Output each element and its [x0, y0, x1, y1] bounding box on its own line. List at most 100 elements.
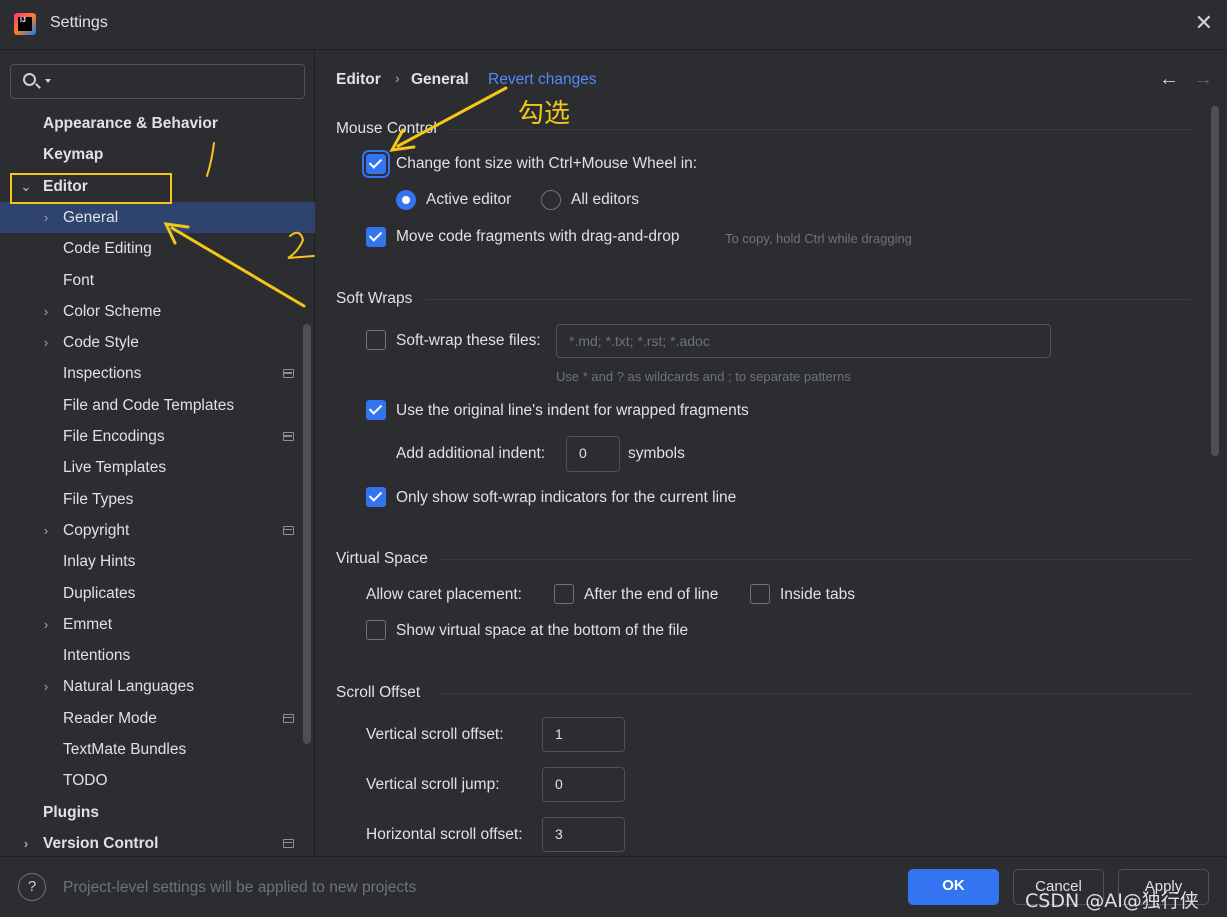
annotation-check-note: 勾选 — [518, 99, 571, 129]
sidebar-item-label: File and Code Templates — [63, 396, 235, 414]
sidebar-item-label: Color Scheme — [63, 302, 162, 320]
sidebar-item-duplicates[interactable]: Duplicates — [0, 578, 315, 609]
section-divider — [438, 693, 1190, 694]
inside-tabs-label[interactable]: Inside tabs — [780, 586, 855, 604]
drag-drop-hint: To copy, hold Ctrl while dragging — [725, 231, 912, 246]
soft-wrap-files-label[interactable]: Soft-wrap these files: — [396, 332, 541, 350]
annotation-box-editor — [10, 173, 172, 204]
window-title: Settings — [50, 14, 108, 31]
vertical-scroll-jump-input[interactable]: 0 — [542, 767, 625, 802]
revert-changes-link[interactable]: Revert changes — [488, 71, 597, 89]
chevron-right-icon[interactable]: › — [39, 202, 53, 233]
watermark: CSDN @AI@独行侠 — [1025, 890, 1199, 912]
sidebar-item-label: Plugins — [43, 803, 99, 821]
title-bar: IJ Settings ✕ — [0, 0, 1227, 50]
after-end-of-line-label[interactable]: After the end of line — [584, 586, 718, 604]
vertical-scroll-offset-label: Vertical scroll offset: — [366, 726, 504, 743]
after-end-of-line-checkbox[interactable] — [554, 584, 574, 604]
sidebar-item-label: Code Style — [63, 334, 139, 352]
project-scope-icon — [283, 369, 294, 379]
section-title-mouse-control: Mouse Control — [336, 120, 437, 137]
all-editors-label[interactable]: All editors — [571, 191, 639, 209]
virtual-space-bottom-checkbox[interactable] — [366, 620, 386, 640]
breadcrumb-editor[interactable]: Editor — [336, 71, 381, 89]
horizontal-scroll-offset-input[interactable]: 3 — [542, 817, 625, 852]
back-arrow-icon[interactable]: ← — [1159, 68, 1179, 91]
virtual-space-bottom-label[interactable]: Show virtual space at the bottom of the … — [396, 622, 688, 640]
sidebar-item-code-editing[interactable]: Code Editing — [0, 233, 315, 264]
active-editor-label[interactable]: Active editor — [426, 191, 511, 209]
vertical-scroll-offset-input[interactable]: 1 — [542, 717, 625, 752]
inside-tabs-checkbox[interactable] — [750, 584, 770, 604]
sidebar-item-natural-languages[interactable]: › Natural Languages — [0, 671, 315, 702]
close-icon[interactable]: ✕ — [1195, 12, 1213, 34]
active-editor-radio[interactable] — [396, 190, 416, 210]
sidebar-item-todo[interactable]: TODO — [0, 765, 315, 796]
sidebar-item-file-encodings[interactable]: File Encodings — [0, 421, 315, 452]
app-icon-text: IJ — [18, 17, 32, 31]
sidebar-item-keymap[interactable]: Keymap — [0, 139, 315, 170]
sidebar-item-inspections[interactable]: Inspections — [0, 358, 315, 389]
sidebar-item-label: File Encodings — [63, 428, 165, 445]
vertical-scroll-jump-label: Vertical scroll jump: — [366, 776, 500, 793]
sidebar-item-emmet[interactable]: › Emmet — [0, 609, 315, 640]
drag-drop-checkbox[interactable] — [366, 227, 386, 247]
drag-drop-label[interactable]: Move code fragments with drag-and-drop — [396, 228, 679, 246]
sidebar-item-color-scheme[interactable]: › Color Scheme — [0, 296, 315, 327]
soft-wrap-files-checkbox[interactable] — [366, 330, 386, 350]
chevron-right-icon[interactable]: › — [39, 515, 53, 546]
indicators-label[interactable]: Only show soft-wrap indicators for the c… — [396, 489, 736, 507]
sidebar-item-label: Natural Languages — [63, 678, 194, 696]
sidebar-item-plugins[interactable]: Plugins — [0, 797, 315, 828]
original-indent-checkbox[interactable] — [366, 400, 386, 420]
sidebar-item-copyright[interactable]: › Copyright — [0, 515, 315, 546]
font-zoom-label[interactable]: Change font size with Ctrl+Mouse Wheel i… — [396, 155, 697, 173]
sidebar-item-font[interactable]: Font — [0, 265, 315, 296]
sidebar-item-label: Version Control — [43, 834, 159, 852]
sidebar-item-label: Keymap — [43, 146, 104, 164]
sidebar-item-textmate-bundles[interactable]: TextMate Bundles — [0, 734, 315, 765]
sidebar-item-label: General — [63, 208, 119, 226]
sidebar-item-general[interactable]: › General — [0, 201, 315, 233]
sidebar-item-label: TODO — [63, 772, 108, 790]
chevron-right-icon[interactable]: › — [39, 327, 53, 358]
sidebar-item-inlay-hints[interactable]: Inlay Hints — [0, 546, 315, 577]
chevron-right-icon[interactable]: › — [39, 296, 53, 327]
horizontal-scroll-offset-label: Horizontal scroll offset: — [366, 826, 523, 843]
content-scrollbar[interactable] — [1211, 106, 1219, 456]
sidebar-item-label: Inspections — [63, 365, 142, 383]
sidebar-item-label: Reader Mode — [63, 709, 157, 727]
sidebar-item-file-types[interactable]: File Types — [0, 484, 315, 515]
sidebar-item-version-control[interactable]: › Version Control — [0, 828, 315, 859]
sidebar-item-appearance-behavior[interactable]: Appearance & Behavior — [0, 108, 315, 139]
indicators-checkbox[interactable] — [366, 487, 386, 507]
intellij-idea-icon: IJ — [14, 13, 36, 35]
all-editors-radio[interactable] — [541, 190, 561, 210]
sidebar-item-label: Live Templates — [63, 459, 167, 477]
soft-wrap-patterns-hint: Use * and ? as wildcards and ; to separa… — [556, 369, 851, 384]
section-title-scroll-offset: Scroll Offset — [336, 684, 421, 701]
sidebar-item-file-and-code-templates[interactable]: File and Code Templates — [0, 390, 315, 421]
original-indent-label[interactable]: Use the original line's indent for wrapp… — [396, 402, 749, 420]
font-zoom-checkbox[interactable] — [366, 154, 386, 174]
project-scope-icon — [283, 525, 294, 535]
sidebar-item-label: File Types — [63, 490, 134, 508]
sidebar-item-intentions[interactable]: Intentions — [0, 640, 315, 671]
additional-indent-unit: symbols — [628, 445, 685, 462]
sidebar-item-label: Code Editing — [63, 240, 152, 258]
search-input[interactable] — [10, 64, 305, 99]
chevron-right-icon[interactable]: › — [39, 609, 53, 640]
sidebar-item-live-templates[interactable]: Live Templates — [0, 452, 315, 483]
sidebar-item-label: Inlay Hints — [63, 553, 136, 571]
soft-wrap-patterns-input[interactable]: *.md; *.txt; *.rst; *.adoc — [556, 324, 1051, 358]
sidebar-item-code-style[interactable]: › Code Style — [0, 327, 315, 358]
sidebar-item-reader-mode[interactable]: Reader Mode — [0, 703, 315, 734]
ok-button[interactable]: OK — [908, 869, 999, 905]
chevron-right-icon[interactable]: › — [39, 671, 53, 702]
search-icon — [23, 73, 36, 86]
help-button[interactable]: ? — [18, 873, 46, 901]
chevron-right-icon[interactable]: › — [19, 828, 33, 859]
chevron-down-icon[interactable] — [45, 79, 51, 83]
additional-indent-input[interactable]: 0 — [566, 436, 620, 472]
sidebar-scrollbar[interactable] — [303, 324, 311, 744]
